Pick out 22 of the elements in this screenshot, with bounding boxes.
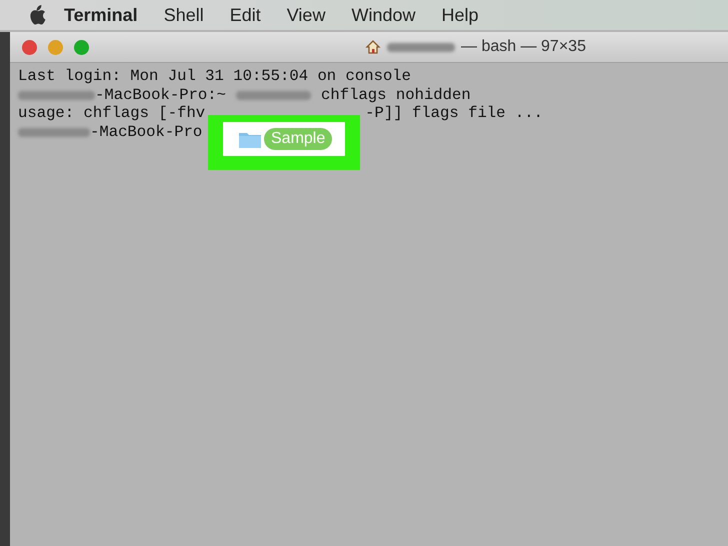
menu-item[interactable]: Terminal — [64, 4, 138, 26]
menu-item[interactable]: Window — [351, 4, 416, 26]
apple-icon[interactable] — [28, 5, 46, 25]
window-title: — bash — 97×35 — [461, 38, 586, 56]
close-button[interactable] — [22, 40, 37, 54]
terminal-text: -MacBook-Pro:~ — [95, 86, 226, 104]
home-icon — [365, 39, 381, 55]
sample-tag: Sample — [264, 128, 332, 150]
minimize-button[interactable] — [48, 40, 63, 54]
terminal-text: -MacBook-Pro — [90, 123, 202, 142]
menu-item[interactable]: Help — [441, 4, 479, 26]
zoom-button[interactable] — [74, 40, 89, 54]
menu-item[interactable]: Edit — [230, 4, 261, 26]
redacted-text — [387, 42, 455, 52]
terminal-text: usage: chflags [-fhv — [18, 104, 206, 124]
terminal-text: chflags nohidden — [321, 86, 471, 104]
redacted-text — [18, 128, 90, 137]
folder-icon — [239, 130, 261, 148]
terminal-text: -P]] flags file ... — [365, 104, 543, 124]
terminal-text: Last login: Mon Jul 31 10:55:04 on console — [18, 67, 412, 86]
menu-item[interactable]: View — [286, 4, 326, 26]
menu-item[interactable]: Shell — [164, 4, 204, 26]
